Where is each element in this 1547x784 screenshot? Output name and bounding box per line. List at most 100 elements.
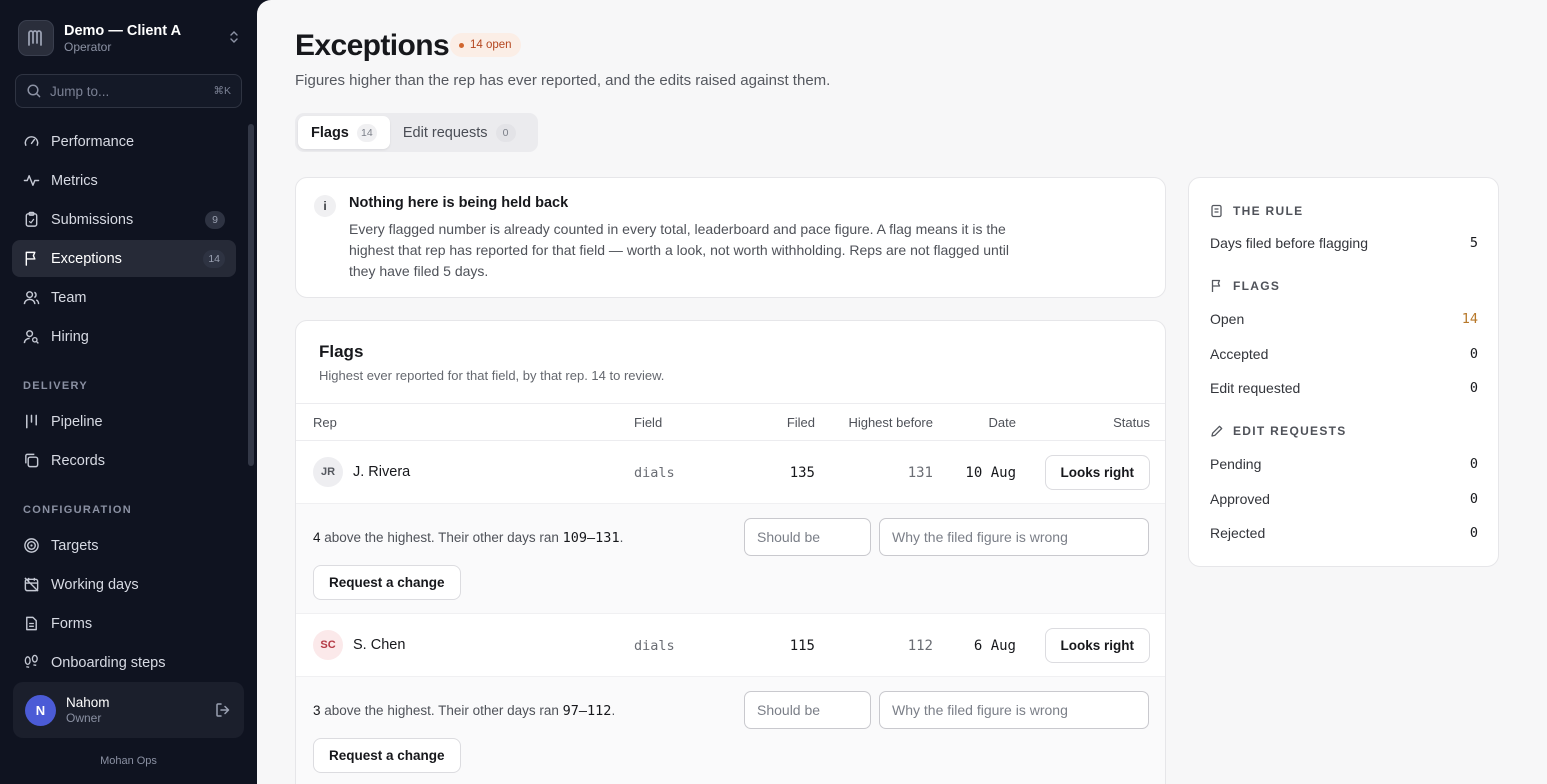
nav-item-records[interactable]: Records xyxy=(12,442,236,479)
summary-value: 0 xyxy=(1469,380,1478,396)
activity-icon xyxy=(23,175,40,186)
nav-label: Forms xyxy=(51,615,93,632)
page-subtitle: Figures higher than the rep has ever rep… xyxy=(295,72,831,89)
summary-row: Edit requested 0 xyxy=(1210,380,1478,396)
nav-item-performance[interactable]: Performance xyxy=(12,123,236,160)
footprints-icon xyxy=(24,654,38,668)
summary-row: Approved 0 xyxy=(1210,491,1478,507)
workspace-name: Demo — Client A xyxy=(64,22,182,39)
rep-name: S. Chen xyxy=(353,637,406,653)
looks-right-button[interactable]: Looks right xyxy=(1044,628,1150,663)
flags-title: Flags xyxy=(319,342,364,361)
nav-label: Working days xyxy=(51,576,139,593)
nav-item-targets[interactable]: Targets xyxy=(12,527,236,564)
nav-item-submissions[interactable]: Submissions 9 xyxy=(12,201,236,238)
tab-edit-requests[interactable]: Edit requests 0 xyxy=(390,116,529,149)
rule-heading-label: THE RULE xyxy=(1233,204,1304,218)
users-icon xyxy=(23,291,40,305)
summary-label: Pending xyxy=(1210,456,1262,472)
user-role: Owner xyxy=(66,710,102,725)
avatar: JR xyxy=(313,457,343,487)
nav-item-team[interactable]: Team xyxy=(12,279,236,316)
nav-count-badge: 9 xyxy=(205,210,225,229)
info-body: Every flagged number is already counted … xyxy=(349,221,1009,279)
flag-detail: 4 above the highest. Their other days ra… xyxy=(296,504,1165,614)
nav-item-working-days[interactable]: Working days xyxy=(12,566,236,603)
info-callout: i Nothing here is being held back Every … xyxy=(295,177,1166,298)
highest-value: 131 xyxy=(907,465,933,481)
scroll-icon xyxy=(1211,204,1222,218)
column-header-date: Date xyxy=(988,415,1016,430)
workspace-role: Operator xyxy=(64,39,112,54)
highest-value: 112 xyxy=(907,638,933,654)
clipboard-icon xyxy=(25,211,38,227)
nav-item-metrics[interactable]: Metrics xyxy=(12,162,236,199)
section-label-configuration: CONFIGURATION xyxy=(23,504,132,516)
reason-input[interactable] xyxy=(879,518,1149,556)
jump-to-search[interactable]: Jump to... ⌘K xyxy=(15,74,242,108)
user-search-icon xyxy=(23,330,39,344)
main-scrollbar[interactable] xyxy=(1537,0,1547,784)
status-dot-icon xyxy=(459,42,464,48)
reason-input[interactable] xyxy=(879,691,1149,729)
summary-value: 0 xyxy=(1469,456,1478,472)
nav-item-onboarding-steps[interactable]: Onboarding steps xyxy=(12,644,236,681)
detail-mid: above the highest. Their other days ran xyxy=(320,703,563,718)
nav-item-exceptions[interactable]: Exceptions 14 xyxy=(12,240,236,277)
should-be-input[interactable] xyxy=(744,518,871,556)
flags-card: Flags Highest ever reported for that fie… xyxy=(295,320,1166,784)
summary-label: Open xyxy=(1210,311,1245,327)
flag-detail-text: 4 above the highest. Their other days ra… xyxy=(313,530,623,546)
tab-label: Edit requests xyxy=(402,124,488,141)
detail-end: . xyxy=(611,703,616,718)
nav-label: Pipeline xyxy=(51,413,103,430)
summary-row: Accepted 0 xyxy=(1210,346,1478,362)
summary-label: Edit requested xyxy=(1210,380,1301,396)
summary-row: Rejected 0 xyxy=(1210,525,1478,541)
summary-value: 0 xyxy=(1469,491,1478,507)
user-menu[interactable]: N Nahom Owner xyxy=(13,682,244,738)
edit-requests-heading: EDIT REQUESTS xyxy=(1210,424,1347,438)
summary-value: 5 xyxy=(1469,235,1478,251)
should-be-input[interactable] xyxy=(744,691,871,729)
section-label-delivery: DELIVERY xyxy=(23,380,89,392)
field-value: dials xyxy=(634,638,675,654)
status-badge: 14 open xyxy=(450,33,521,57)
page-title: Exceptions xyxy=(295,29,450,62)
tab-label: Flags xyxy=(311,124,349,141)
filed-value: 135 xyxy=(789,465,815,481)
chevron-up-down-icon xyxy=(226,30,242,47)
column-header-field: Field xyxy=(634,415,663,430)
field-value: dials xyxy=(634,465,675,481)
document-icon xyxy=(26,616,37,631)
summary-label: Approved xyxy=(1210,491,1270,507)
user-name: Nahom xyxy=(66,694,110,710)
request-change-button[interactable]: Request a change xyxy=(313,565,461,600)
looks-right-button[interactable]: Looks right xyxy=(1044,455,1150,490)
avatar: N xyxy=(25,694,56,726)
nav-item-pipeline[interactable]: Pipeline xyxy=(12,403,236,440)
request-change-button[interactable]: Request a change xyxy=(313,738,461,773)
logout-icon[interactable] xyxy=(214,701,232,719)
rep-name: J. Rivera xyxy=(353,464,411,480)
info-icon: i xyxy=(314,195,336,217)
flag-icon xyxy=(25,251,36,266)
nav-count-badge: 14 xyxy=(203,249,225,268)
nav-item-forms[interactable]: Forms xyxy=(12,605,236,642)
detail-mid: above the highest. Their other days ran xyxy=(320,530,563,545)
tab-flags[interactable]: Flags 14 xyxy=(298,116,390,149)
summary-row: Days filed before flagging 5 xyxy=(1210,235,1478,251)
sidebar: Demo — Client A Operator Jump to... ⌘K P… xyxy=(0,0,257,784)
nav-label: Performance xyxy=(51,133,135,150)
nav-label: Targets xyxy=(51,537,99,554)
nav-item-hiring[interactable]: Hiring xyxy=(12,318,236,355)
tab-count-badge: 0 xyxy=(495,123,516,142)
summary-value: 0 xyxy=(1469,346,1478,362)
summary-label: Accepted xyxy=(1210,346,1269,362)
sidebar-scrollbar[interactable] xyxy=(248,124,254,466)
search-shortcut: ⌘K xyxy=(213,85,231,97)
flags-heading: FLAGS xyxy=(1210,279,1280,293)
workspace-switcher[interactable]: Demo — Client A Operator xyxy=(18,19,242,57)
nav-label: Team xyxy=(51,289,87,306)
column-header-filed: Filed xyxy=(786,415,815,430)
